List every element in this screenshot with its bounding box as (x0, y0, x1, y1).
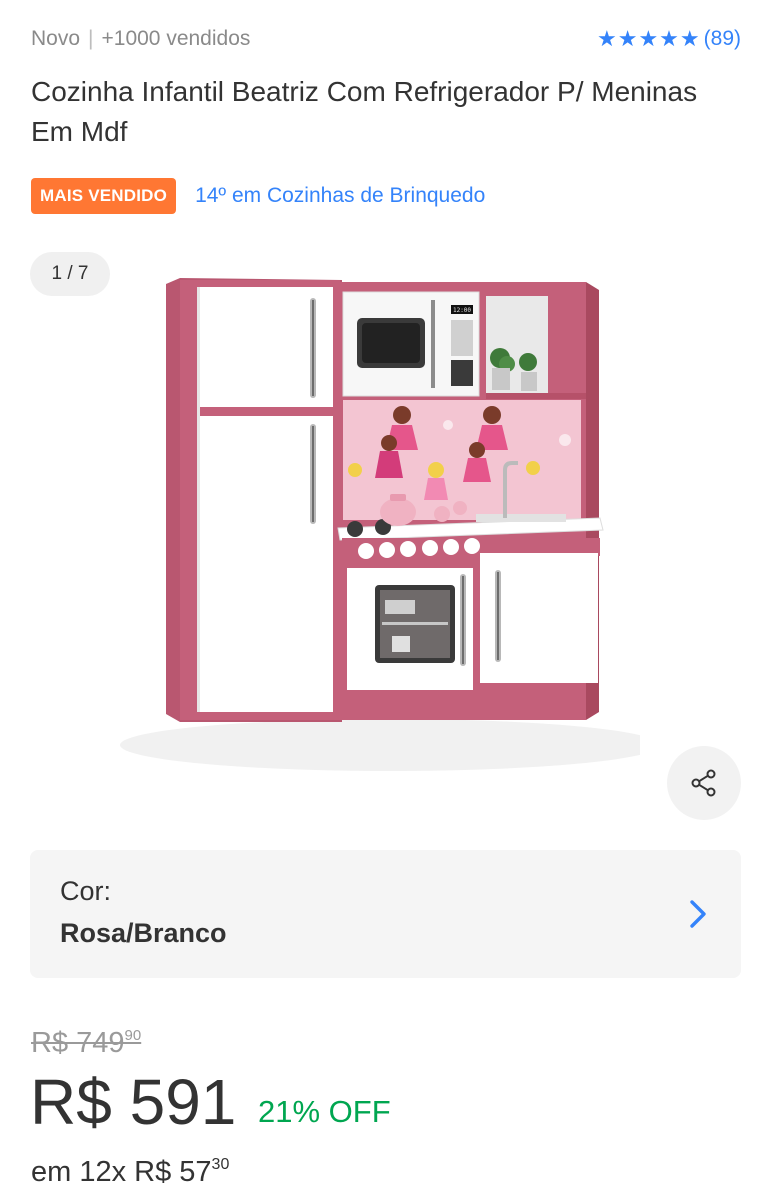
installments-amount: em 12x R$ 57 (31, 1156, 212, 1188)
star-icon: ★ (679, 26, 700, 51)
original-price: R$ 74990 (31, 1027, 141, 1060)
microwave-display: 12:00 (453, 307, 471, 314)
rating-stars: ★ ★ ★ ★ ★ (597, 28, 700, 50)
rating[interactable]: ★ ★ ★ ★ ★ (89) (597, 27, 741, 51)
color-variation-picker[interactable]: Cor: Rosa/Branco (30, 850, 741, 978)
share-button[interactable] (667, 746, 741, 820)
variation-value: Rosa/Branco (60, 918, 227, 948)
original-price-cents: 90 (124, 1027, 142, 1044)
share-icon (691, 769, 716, 797)
product-meta: Novo | +1000 vendidos (31, 27, 250, 51)
star-icon: ★ (638, 26, 659, 51)
star-icon: ★ (617, 26, 638, 51)
product-image[interactable]: 12:00 (120, 255, 640, 795)
category-rank-link[interactable]: 14º em Cozinhas de Brinquedo (195, 184, 485, 208)
rating-count[interactable]: (89) (704, 27, 741, 51)
gallery-counter: 1 / 7 (30, 252, 110, 296)
condition-label: Novo (31, 27, 81, 50)
installments: em 12x R$ 5730 (31, 1156, 229, 1189)
meta-separator: | (88, 27, 94, 50)
star-icon: ★ (596, 26, 617, 51)
chevron-right-icon (690, 900, 706, 928)
discount-label: 21% OFF (258, 1094, 391, 1129)
current-price: R$ 591 (30, 1066, 237, 1138)
installments-cents: 30 (211, 1156, 230, 1173)
star-icon: ★ (659, 26, 679, 51)
product-title: Cozinha Infantil Beatriz Com Refrigerado… (31, 76, 698, 147)
best-seller-badge: MAIS VENDIDO (31, 178, 177, 214)
sold-count: +1000 vendidos (101, 27, 251, 50)
highlights: MAIS VENDIDO 14º em Cozinhas de Brinqued… (31, 178, 485, 214)
original-price-amount: R$ 749 (31, 1027, 125, 1059)
variation-label: Cor: (60, 876, 112, 906)
